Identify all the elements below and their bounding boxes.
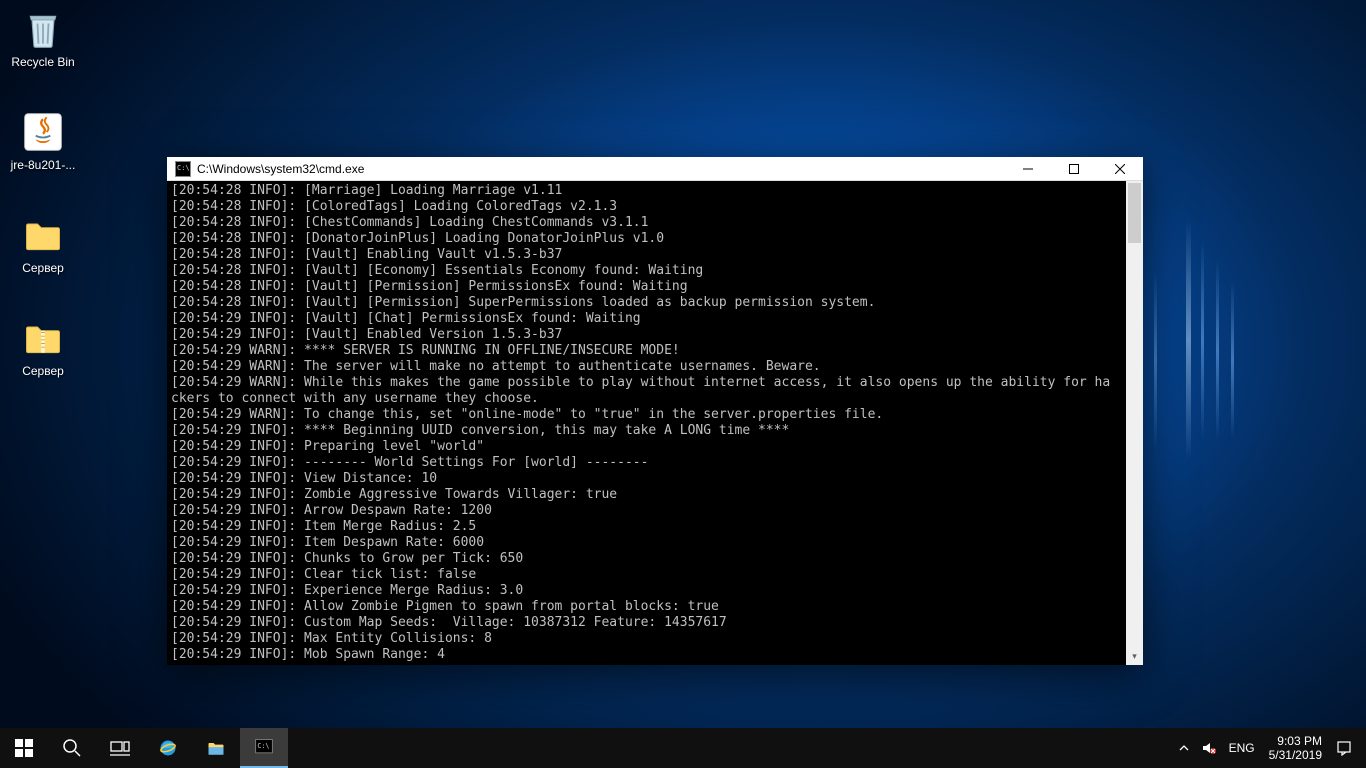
console-line: [20:54:29 INFO]: [Vault] [Chat] Permissi… — [171, 311, 1122, 327]
console-line: [20:54:28 INFO]: [ColoredTags] Loading C… — [171, 199, 1122, 215]
trash-icon — [19, 5, 67, 53]
search-button[interactable] — [48, 728, 96, 768]
console-line: [20:54:29 INFO]: View Distance: 10 — [171, 471, 1122, 487]
explorer-button[interactable] — [192, 728, 240, 768]
minimize-button[interactable] — [1005, 157, 1051, 180]
console-line: [20:54:28 INFO]: [Vault] [Economy] Essen… — [171, 263, 1122, 279]
start-button[interactable] — [0, 728, 48, 768]
taskbar[interactable]: C:\ ENG 9:03 PM 5/31/2019 — [0, 728, 1366, 768]
window-title: C:\Windows\system32\cmd.exe — [197, 162, 1005, 176]
action-center-icon[interactable] — [1330, 728, 1358, 768]
cmd-icon — [175, 161, 191, 177]
console-line: [20:54:29 INFO]: Item Despawn Rate: 6000 — [171, 535, 1122, 551]
scroll-down-icon[interactable]: ▾ — [1126, 648, 1143, 665]
console-line: [20:54:29 INFO]: Clear tick list: false — [171, 567, 1122, 583]
console-line: [20:54:29 INFO]: Experience Merge Radius… — [171, 583, 1122, 599]
console-line: [20:54:29 WARN]: **** SERVER IS RUNNING … — [171, 343, 1122, 359]
scrollbar[interactable]: ▾ — [1126, 181, 1143, 665]
icon-label: Сервер — [5, 364, 81, 378]
taskbar-spacer — [288, 728, 1173, 768]
tray-chevron-icon[interactable] — [1173, 728, 1195, 768]
svg-text:C:\: C:\ — [257, 742, 269, 750]
language-indicator[interactable]: ENG — [1223, 728, 1261, 768]
icon-label: Recycle Bin — [5, 55, 81, 69]
icon-label: jre-8u201-... — [5, 158, 81, 172]
console-line: [20:54:29 INFO]: Custom Map Seeds: Villa… — [171, 615, 1122, 631]
cmd-taskbar-button[interactable]: C:\ — [240, 728, 288, 768]
recycle-bin-icon[interactable]: Recycle Bin — [5, 5, 81, 69]
icon-label: Сервер — [5, 261, 81, 275]
zip-folder-icon — [19, 314, 67, 362]
server-zip-icon[interactable]: Сервер — [5, 314, 81, 378]
console-line: [20:54:29 INFO]: Arrow Despawn Rate: 120… — [171, 503, 1122, 519]
console-line: [20:54:28 INFO]: [Marriage] Loading Marr… — [171, 183, 1122, 199]
console-line: [20:54:29 INFO]: -------- World Settings… — [171, 455, 1122, 471]
console-line: [20:54:29 INFO]: Allow Zombie Pigmen to … — [171, 599, 1122, 615]
console-line: [20:54:28 INFO]: [DonatorJoinPlus] Loadi… — [171, 231, 1122, 247]
console-line: [20:54:29 INFO]: Mob Spawn Range: 4 — [171, 647, 1122, 663]
clock-date: 5/31/2019 — [1269, 748, 1322, 762]
task-view-button[interactable] — [96, 728, 144, 768]
console-line: [20:54:29 WARN]: While this makes the ga… — [171, 375, 1122, 391]
volume-icon[interactable] — [1195, 728, 1223, 768]
ie-button[interactable] — [144, 728, 192, 768]
console-line: [20:54:29 INFO]: [Vault] Enabled Version… — [171, 327, 1122, 343]
console-line: [20:54:29 INFO]: **** Beginning UUID con… — [171, 423, 1122, 439]
console-line: [20:54:29 WARN]: The server will make no… — [171, 359, 1122, 375]
folder-icon — [19, 211, 67, 259]
console-line: [20:54:29 INFO]: Max Entity Collisions: … — [171, 631, 1122, 647]
console-output[interactable]: [20:54:28 INFO]: [Marriage] Loading Marr… — [167, 181, 1126, 665]
console-line: [20:54:29 INFO]: Chunks to Grow per Tick… — [171, 551, 1122, 567]
maximize-button[interactable] — [1051, 157, 1097, 180]
console-line: [20:54:28 INFO]: [Vault] Enabling Vault … — [171, 247, 1122, 263]
console-line: [20:54:28 INFO]: [Vault] [Permission] Pe… — [171, 279, 1122, 295]
java-installer-icon[interactable]: jre-8u201-... — [5, 108, 81, 172]
console-line: [20:54:29 WARN]: To change this, set "on… — [171, 407, 1122, 423]
java-icon — [19, 108, 67, 156]
close-button[interactable] — [1097, 157, 1143, 180]
scrollbar-thumb[interactable] — [1128, 183, 1141, 243]
clock[interactable]: 9:03 PM 5/31/2019 — [1261, 734, 1330, 763]
console-line: ckers to connect with any username they … — [171, 391, 1122, 407]
console-line: [20:54:28 INFO]: [ChestCommands] Loading… — [171, 215, 1122, 231]
console-line: [20:54:29 INFO]: Zombie Aggressive Towar… — [171, 487, 1122, 503]
console-line: [20:54:29 INFO]: Item Merge Radius: 2.5 — [171, 519, 1122, 535]
console-line: [20:54:29 INFO]: Preparing level "world" — [171, 439, 1122, 455]
console-line: [20:54:28 INFO]: [Vault] [Permission] Su… — [171, 295, 1122, 311]
clock-time: 9:03 PM — [1269, 734, 1322, 748]
system-tray[interactable]: ENG 9:03 PM 5/31/2019 — [1173, 728, 1366, 768]
cmd-window[interactable]: C:\Windows\system32\cmd.exe [20:54:28 IN… — [167, 157, 1143, 665]
titlebar[interactable]: C:\Windows\system32\cmd.exe — [167, 157, 1143, 181]
server-folder-icon[interactable]: Сервер — [5, 211, 81, 275]
